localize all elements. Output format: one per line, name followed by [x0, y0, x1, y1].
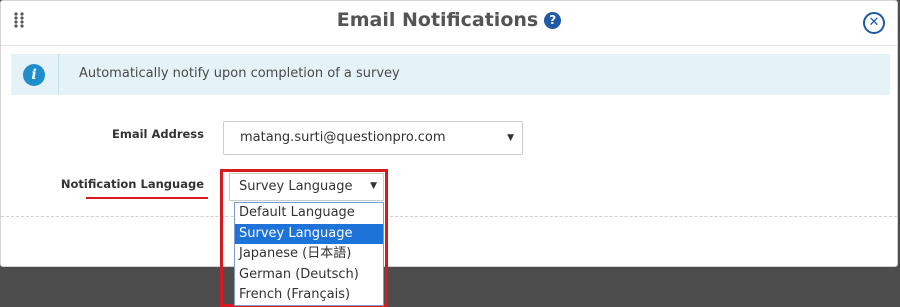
dialog-header: Email Notifications? ✕ — [1, 1, 897, 46]
dropdown-option[interactable]: French (Français) — [235, 285, 383, 306]
info-text: Automatically notify upon completion of … — [79, 66, 400, 81]
info-icon: i — [23, 64, 45, 86]
notification-language-value: Survey Language — [239, 179, 353, 194]
dropdown-option[interactable]: Japanese (日本語) — [235, 244, 383, 265]
email-address-value: matang.surti@questionpro.com — [240, 130, 446, 145]
language-dropdown-list: Default Language Survey Language Japanese … — [234, 202, 384, 306]
info-icon-box: i — [11, 54, 59, 95]
label-underline-highlight — [86, 197, 208, 199]
notification-language-select[interactable]: Survey Language ▼ — [229, 173, 384, 201]
dialog-title: Email Notifications — [336, 9, 539, 31]
dropdown-option[interactable]: German (Deutsch) — [235, 265, 383, 286]
notification-language-label: Notification Language — [60, 177, 204, 191]
title-wrap: Email Notifications? — [1, 9, 897, 31]
dropdown-option[interactable]: Default Language — [235, 203, 383, 224]
help-icon[interactable]: ? — [544, 11, 562, 29]
email-address-label: Email Address — [111, 127, 204, 141]
chevron-down-icon: ▼ — [507, 133, 514, 143]
close-icon[interactable]: ✕ — [863, 12, 885, 34]
email-address-select[interactable]: matang.surti@questionpro.com ▼ — [223, 121, 523, 155]
info-banner: i Automatically notify upon completion o… — [11, 54, 890, 95]
dropdown-option[interactable]: Survey Language — [235, 223, 383, 245]
chevron-down-icon: ▼ — [370, 181, 377, 191]
email-notifications-dialog: Email Notifications? ✕ i Automatically n… — [0, 0, 898, 267]
divider — [1, 216, 897, 217]
